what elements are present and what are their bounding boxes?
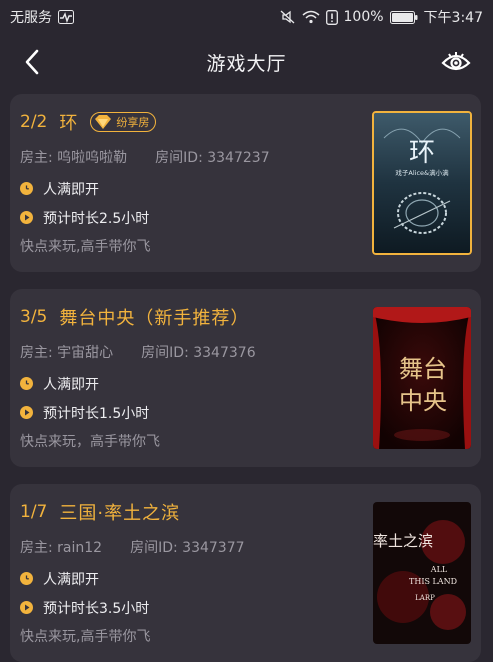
room-id: 房间ID: 3347377 bbox=[130, 540, 245, 556]
play-icon bbox=[20, 601, 33, 614]
poster-en-c: LARP bbox=[415, 594, 435, 602]
poster-title: 率土之滨 bbox=[373, 532, 433, 550]
start-condition: 人满即开 bbox=[43, 181, 99, 198]
game-poster[interactable]: 率土之滨 ALL THIS LAND LARP bbox=[373, 502, 471, 644]
battery-icon bbox=[389, 10, 418, 24]
badge-label: 纷享房 bbox=[116, 116, 150, 129]
poster-title-bottom: 中央 bbox=[399, 387, 447, 415]
play-icon bbox=[20, 406, 33, 419]
diamond-icon bbox=[93, 114, 113, 130]
room-id: 房间ID: 3347376 bbox=[141, 345, 256, 361]
wifi-icon bbox=[302, 10, 320, 24]
room-id: 房间ID: 3347237 bbox=[155, 150, 270, 166]
room-card[interactable]: 1/7 三国·率土之滨 房主: rain12 房间ID: 3347377 人满即… bbox=[10, 484, 481, 662]
share-room-badge: 纷享房 bbox=[90, 112, 157, 132]
start-condition: 人满即开 bbox=[43, 376, 99, 393]
spectate-button[interactable] bbox=[439, 48, 473, 76]
clock-icon bbox=[20, 377, 33, 390]
estimated-duration: 预计时长2.5小时 bbox=[43, 210, 150, 227]
eye-icon bbox=[441, 52, 471, 71]
player-count: 3/5 bbox=[20, 307, 48, 327]
room-name: 三国·率土之滨 bbox=[59, 503, 181, 524]
game-poster[interactable]: 环 戏子Alice&满小满 bbox=[372, 111, 472, 255]
room-host: 房主: rain12 bbox=[20, 540, 103, 556]
carrier-text: 无服务 bbox=[10, 10, 52, 26]
room-host: 房主: 呜啦呜啦勒 bbox=[20, 150, 128, 166]
poster-title: 环 bbox=[409, 138, 435, 168]
room-description: 快点来玩,高手带你飞 bbox=[20, 239, 151, 255]
estimated-duration: 预计时长1.5小时 bbox=[43, 405, 150, 422]
play-icon bbox=[20, 211, 33, 224]
clock-text: 下午3:47 bbox=[423, 10, 483, 26]
clock-icon bbox=[20, 572, 33, 585]
room-description: 快点来玩，高手带你飞 bbox=[20, 434, 160, 450]
clock-icon bbox=[20, 182, 33, 195]
poster-subtitle: 戏子Alice&满小满 bbox=[395, 168, 449, 177]
room-name: 环 bbox=[59, 113, 79, 134]
room-host: 房主: 宇宙甜心 bbox=[20, 345, 114, 361]
room-card[interactable]: 3/5 舞台中央（新手推荐） 房主: 宇宙甜心 房间ID: 3347376 人满… bbox=[10, 289, 481, 467]
room-card[interactable]: 2/2 环 纷享房 房主: 呜啦呜啦勒 房间ID: 3347237 人满即开 预… bbox=[10, 94, 481, 272]
app-header: 游戏大厅 bbox=[0, 34, 493, 90]
poster-title-top: 舞台 bbox=[399, 355, 447, 383]
player-count: 2/2 bbox=[20, 112, 48, 132]
room-name: 舞台中央（新手推荐） bbox=[59, 308, 250, 329]
mute-icon bbox=[280, 9, 296, 25]
poster-en-b: THIS LAND bbox=[409, 577, 457, 586]
page-title: 游戏大厅 bbox=[206, 52, 287, 75]
status-bar: 无服务 100% 下午3:47 bbox=[0, 0, 493, 34]
estimated-duration: 预计时长3.5小时 bbox=[43, 600, 150, 617]
poster-en-a: ALL bbox=[430, 565, 448, 574]
activity-icon bbox=[58, 10, 74, 24]
player-count: 1/7 bbox=[20, 502, 48, 522]
alert-icon bbox=[325, 9, 338, 25]
back-button[interactable] bbox=[18, 48, 46, 76]
game-poster[interactable]: 舞台 中央 bbox=[373, 307, 471, 449]
start-condition: 人满即开 bbox=[43, 571, 99, 588]
room-description: 快点来玩,高手带你飞 bbox=[20, 629, 151, 645]
chevron-left-icon bbox=[25, 49, 39, 75]
battery-text: 100% bbox=[343, 9, 384, 25]
